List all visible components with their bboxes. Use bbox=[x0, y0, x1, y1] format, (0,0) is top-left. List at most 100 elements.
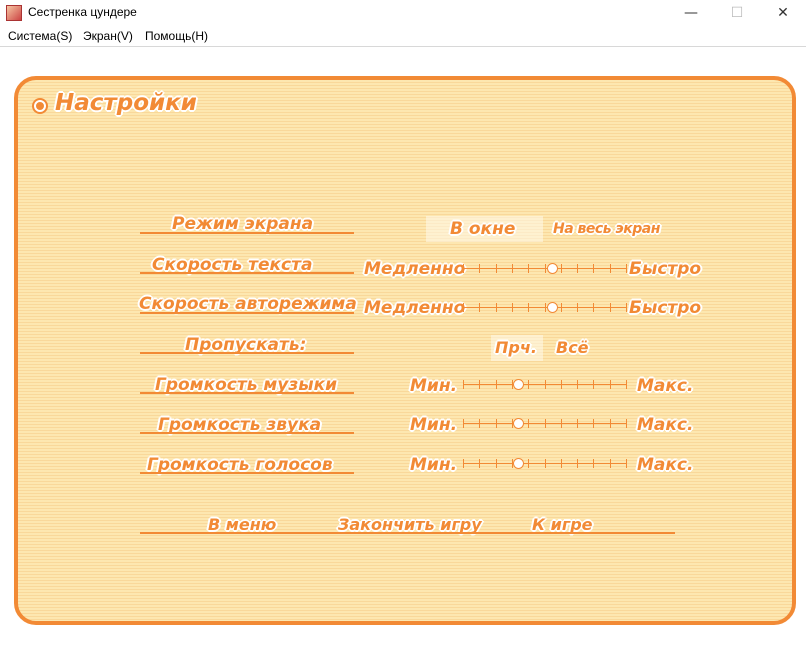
slider-tick bbox=[626, 419, 627, 428]
voice-volume-slider[interactable] bbox=[463, 458, 627, 470]
slider-tick bbox=[610, 380, 611, 389]
slider-tick bbox=[626, 264, 627, 273]
music-volume-max-label: Макс. bbox=[637, 376, 694, 396]
slider-tick bbox=[496, 419, 497, 428]
maximize-button[interactable]: ☐ bbox=[714, 0, 760, 27]
slider-tick bbox=[593, 264, 594, 273]
slider-tick bbox=[496, 303, 497, 312]
slider-tick bbox=[496, 459, 497, 468]
underline bbox=[140, 392, 354, 394]
slider-tick bbox=[561, 303, 562, 312]
slider-tick bbox=[626, 380, 627, 389]
underline bbox=[140, 312, 354, 314]
slider-tick bbox=[528, 264, 529, 273]
slider-tick bbox=[561, 419, 562, 428]
slider-tick bbox=[577, 264, 578, 273]
auto-speed-slider[interactable] bbox=[463, 302, 627, 314]
menu-bar: Система(S) Экран(V) Помощь(H) bbox=[0, 27, 806, 47]
text-speed-max-label: Быстро bbox=[629, 259, 702, 279]
page-title: Настройки bbox=[55, 90, 197, 116]
slider-tick bbox=[496, 380, 497, 389]
text-speed-min-label: Медленно bbox=[364, 259, 466, 279]
slider-tick bbox=[577, 303, 578, 312]
slider-tick bbox=[496, 264, 497, 273]
slider-tick bbox=[545, 459, 546, 468]
slider-tick bbox=[528, 459, 529, 468]
slider-tick bbox=[512, 303, 513, 312]
slider-knob[interactable] bbox=[513, 458, 524, 469]
menu-help[interactable]: Помощь(H) bbox=[145, 29, 208, 43]
underline bbox=[140, 432, 354, 434]
slider-tick bbox=[528, 380, 529, 389]
slider-tick bbox=[528, 303, 529, 312]
slider-tick bbox=[610, 459, 611, 468]
slider-knob[interactable] bbox=[547, 302, 558, 313]
slider-tick bbox=[610, 303, 611, 312]
underline bbox=[140, 352, 354, 354]
slider-tick bbox=[463, 419, 464, 428]
slider-tick bbox=[593, 380, 594, 389]
menu-system[interactable]: Система(S) bbox=[8, 29, 72, 43]
auto-speed-label: Скорость авторежима bbox=[139, 294, 357, 314]
slider-tick bbox=[610, 264, 611, 273]
slider-tick bbox=[577, 459, 578, 468]
windowed-option[interactable]: В окне bbox=[450, 219, 515, 239]
settings-panel bbox=[14, 76, 796, 625]
slider-knob[interactable] bbox=[513, 379, 524, 390]
auto-speed-max-label: Быстро bbox=[629, 298, 702, 318]
slider-tick bbox=[545, 419, 546, 428]
slider-tick bbox=[528, 419, 529, 428]
slider-tick bbox=[626, 459, 627, 468]
slider-tick bbox=[593, 459, 594, 468]
underline bbox=[140, 272, 354, 274]
text-speed-slider[interactable] bbox=[463, 263, 627, 275]
music-volume-slider[interactable] bbox=[463, 379, 627, 391]
auto-speed-min-label: Медленно bbox=[364, 298, 466, 318]
game-area bbox=[4, 47, 802, 647]
slider-knob[interactable] bbox=[547, 263, 558, 274]
slider-tick bbox=[626, 303, 627, 312]
bullet-icon bbox=[34, 100, 46, 112]
slider-tick bbox=[577, 419, 578, 428]
slider-tick bbox=[463, 264, 464, 273]
slider-tick bbox=[593, 419, 594, 428]
slider-tick bbox=[463, 459, 464, 468]
menu-screen[interactable]: Экран(V) bbox=[83, 29, 133, 43]
underline bbox=[140, 472, 354, 474]
slider-tick bbox=[479, 419, 480, 428]
slider-tick bbox=[479, 264, 480, 273]
slider-tick bbox=[545, 303, 546, 312]
minimize-button[interactable]: — bbox=[668, 0, 714, 27]
window-title: Сестренка цундере bbox=[28, 5, 137, 19]
slider-tick bbox=[561, 380, 562, 389]
voice-volume-max-label: Макс. bbox=[637, 455, 694, 475]
slider-tick bbox=[610, 419, 611, 428]
slider-tick bbox=[561, 264, 562, 273]
bottom-underline bbox=[140, 532, 675, 534]
slider-tick bbox=[512, 264, 513, 273]
underline bbox=[140, 232, 354, 234]
slider-tick bbox=[479, 380, 480, 389]
slider-tick bbox=[561, 459, 562, 468]
slider-tick bbox=[463, 303, 464, 312]
screen-mode-label: Режим экрана bbox=[172, 214, 314, 234]
slider-tick bbox=[577, 380, 578, 389]
sound-volume-min-label: Мин. bbox=[410, 415, 458, 435]
title-bar: Сестренка цундере — ☐ ✕ bbox=[0, 0, 806, 27]
slider-tick bbox=[463, 380, 464, 389]
voice-volume-min-label: Мин. bbox=[410, 455, 458, 475]
slider-knob[interactable] bbox=[513, 418, 524, 429]
skip-read-option[interactable]: Прч. bbox=[495, 338, 537, 357]
sound-volume-slider[interactable] bbox=[463, 418, 627, 430]
music-volume-min-label: Мин. bbox=[410, 376, 458, 396]
slider-tick bbox=[545, 264, 546, 273]
fullscreen-option[interactable]: На весь экран bbox=[553, 221, 660, 237]
app-icon bbox=[6, 5, 22, 21]
sound-volume-max-label: Макс. bbox=[637, 415, 694, 435]
slider-tick bbox=[479, 459, 480, 468]
slider-tick bbox=[545, 380, 546, 389]
slider-tick bbox=[593, 303, 594, 312]
slider-tick bbox=[479, 303, 480, 312]
skip-all-option[interactable]: Всё bbox=[556, 338, 589, 357]
close-button[interactable]: ✕ bbox=[760, 0, 806, 27]
